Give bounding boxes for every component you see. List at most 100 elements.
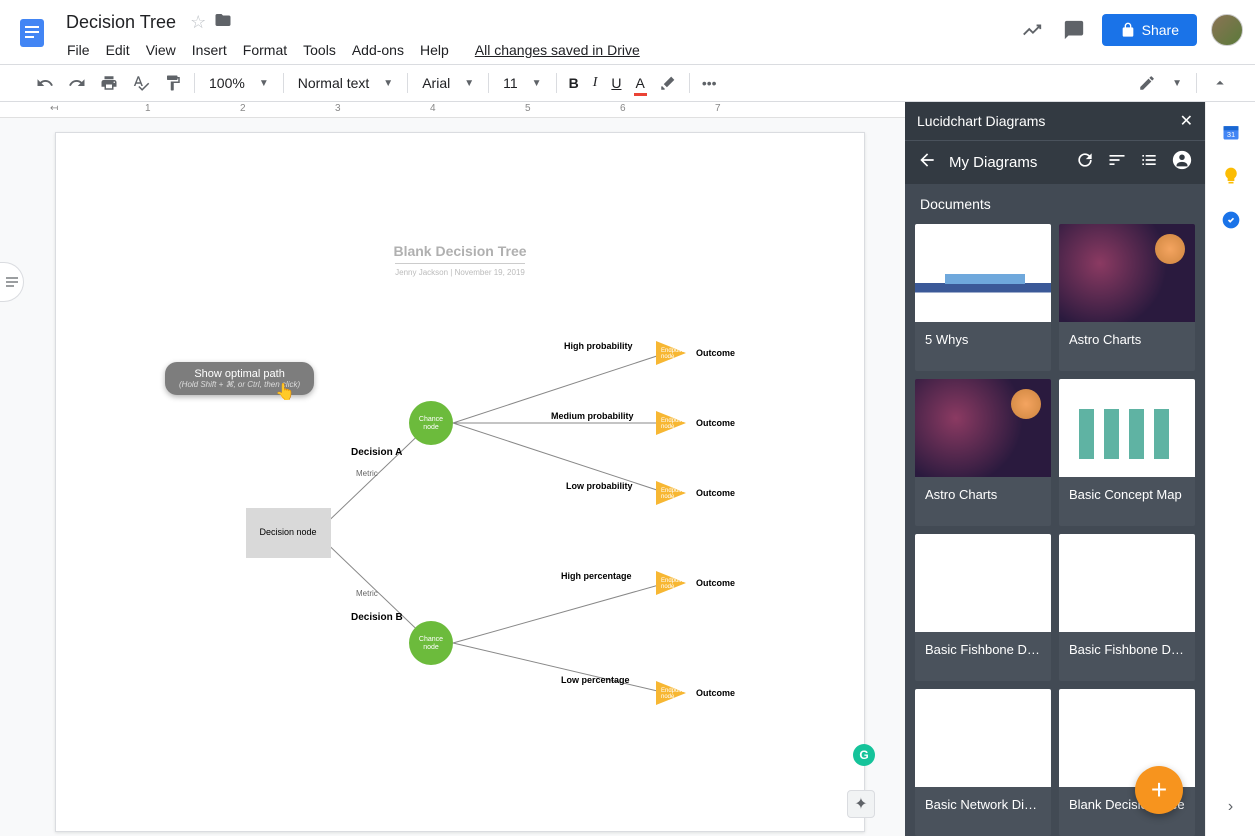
underline-button[interactable]: U	[605, 71, 627, 95]
diagram-card[interactable]: Blank Decision Tree	[1059, 689, 1195, 836]
svg-text:Outcome: Outcome	[696, 348, 735, 358]
diagram-card[interactable]: Basic Fishbone Diagram	[915, 534, 1051, 681]
more-button[interactable]: •••	[696, 71, 723, 95]
back-icon[interactable]	[917, 150, 937, 175]
document-title[interactable]: Decision Tree	[60, 10, 182, 35]
svg-text:Outcome: Outcome	[696, 418, 735, 428]
diagram-card[interactable]: Basic Concept Map	[1059, 379, 1195, 526]
docs-logo-icon[interactable]	[12, 8, 52, 58]
save-status[interactable]: All changes saved in Drive	[468, 38, 647, 62]
diagram-label: 5 Whys	[915, 322, 1051, 357]
explore-button[interactable]: ✦	[847, 790, 875, 818]
new-diagram-fab[interactable]: +	[1135, 766, 1183, 814]
svg-text:Medium probability: Medium probability	[551, 411, 634, 421]
calendar-icon[interactable]: 31	[1221, 122, 1241, 142]
share-button[interactable]: Share	[1102, 14, 1197, 46]
bold-button[interactable]: B	[563, 71, 585, 95]
highlight-button[interactable]	[653, 70, 683, 96]
refresh-icon[interactable]	[1075, 150, 1095, 175]
undo-icon[interactable]	[30, 70, 60, 96]
page-meta: Jenny Jackson | November 19, 2019	[56, 268, 864, 277]
svg-text:node: node	[661, 424, 675, 430]
svg-text:Decision node: Decision node	[259, 527, 316, 537]
svg-text:Chance: Chance	[419, 636, 443, 643]
keep-icon[interactable]	[1221, 166, 1241, 186]
document-page[interactable]: Blank Decision Tree Jenny Jackson | Nove…	[55, 132, 865, 832]
toolbar: 100%▼ Normal text▼ Arial▼ 11▼ B I U A ••…	[0, 64, 1255, 102]
print-icon[interactable]	[94, 70, 124, 96]
spellcheck-icon[interactable]	[126, 70, 156, 96]
comments-icon[interactable]	[1060, 16, 1088, 44]
outline-tab-icon[interactable]	[0, 262, 24, 302]
menu-tools[interactable]: Tools	[296, 38, 343, 62]
editing-mode-caret[interactable]: ▼	[1166, 74, 1188, 93]
svg-text:31: 31	[1226, 130, 1234, 139]
expand-rightbar-icon[interactable]: ›	[1228, 798, 1233, 816]
zoom-dropdown[interactable]: 100%▼	[201, 71, 277, 95]
diagram-thumbnail	[1059, 224, 1195, 322]
svg-text:node: node	[423, 424, 439, 431]
sort-icon[interactable]	[1107, 150, 1127, 175]
svg-text:node: node	[423, 644, 439, 651]
svg-text:node: node	[661, 584, 675, 590]
menu-file[interactable]: File	[60, 38, 97, 62]
svg-text:node: node	[661, 494, 675, 500]
menu-insert[interactable]: Insert	[185, 38, 234, 62]
account-icon[interactable]	[1171, 149, 1193, 176]
svg-text:Outcome: Outcome	[696, 578, 735, 588]
share-label: Share	[1142, 22, 1179, 38]
diagram-label: Astro Charts	[1059, 322, 1195, 357]
diagram-thumbnail	[1059, 379, 1195, 477]
tasks-icon[interactable]	[1221, 210, 1241, 230]
diagram-card[interactable]: Basic Fishbone Diagram	[1059, 534, 1195, 681]
cursor-icon: 👆	[275, 382, 295, 402]
diagram-label: Basic Fishbone Diagram	[1059, 632, 1195, 667]
editing-mode-icon[interactable]	[1132, 70, 1162, 96]
diagram-label: Astro Charts	[915, 477, 1051, 512]
ruler[interactable]: ↤1234567	[0, 102, 905, 118]
titlebar: Decision Tree ☆ File Edit View Insert Fo…	[0, 0, 1255, 64]
italic-button[interactable]: I	[587, 71, 604, 95]
menubar: File Edit View Insert Format Tools Add-o…	[60, 36, 1018, 64]
menu-format[interactable]: Format	[236, 38, 294, 62]
diagram-thumbnail	[915, 379, 1051, 477]
close-sidebar-icon[interactable]: ✕	[1180, 111, 1193, 131]
svg-text:High probability: High probability	[564, 341, 633, 351]
diagram-label: Basic Network Diagram	[915, 787, 1051, 822]
menu-edit[interactable]: Edit	[99, 38, 137, 62]
list-icon[interactable]	[1139, 150, 1159, 175]
documents-grid: 5 WhysAstro ChartsAstro ChartsBasic Conc…	[905, 224, 1205, 836]
star-icon[interactable]: ☆	[190, 12, 206, 33]
menu-addons[interactable]: Add-ons	[345, 38, 411, 62]
svg-text:Metric: Metric	[356, 589, 378, 598]
move-folder-icon[interactable]	[214, 11, 232, 34]
diagram-thumbnail	[915, 689, 1051, 787]
svg-text:Outcome: Outcome	[696, 488, 735, 498]
grammarly-icon[interactable]: G	[853, 744, 875, 766]
diagram-thumbnail	[915, 224, 1051, 322]
sidebar-title: Lucidchart Diagrams	[917, 113, 1045, 129]
diagram-card[interactable]: Basic Network Diagram	[915, 689, 1051, 836]
svg-text:Metric: Metric	[356, 469, 378, 478]
hide-menus-icon[interactable]	[1205, 70, 1235, 96]
svg-text:Decision B: Decision B	[351, 612, 403, 623]
diagram-card[interactable]: Astro Charts	[1059, 224, 1195, 371]
addons-rightbar: 31 ›	[1205, 102, 1255, 836]
activity-icon[interactable]	[1018, 16, 1046, 44]
diagram-card[interactable]: Astro Charts	[915, 379, 1051, 526]
svg-text:node: node	[661, 354, 675, 360]
documents-section-label: Documents	[905, 184, 1205, 224]
lucidchart-sidebar: Lucidchart Diagrams ✕ My Diagrams Docume…	[905, 102, 1205, 836]
style-dropdown[interactable]: Normal text▼	[290, 71, 401, 95]
svg-text:Chance: Chance	[419, 416, 443, 423]
user-avatar[interactable]	[1211, 14, 1243, 46]
menu-help[interactable]: Help	[413, 38, 456, 62]
text-color-button[interactable]: A	[630, 71, 651, 95]
redo-icon[interactable]	[62, 70, 92, 96]
font-size-dropdown[interactable]: 11▼	[495, 71, 549, 95]
paint-format-icon[interactable]	[158, 70, 188, 96]
diagram-card[interactable]: 5 Whys	[915, 224, 1051, 371]
menu-view[interactable]: View	[139, 38, 183, 62]
nav-title: My Diagrams	[949, 154, 1063, 171]
font-dropdown[interactable]: Arial▼	[414, 71, 482, 95]
